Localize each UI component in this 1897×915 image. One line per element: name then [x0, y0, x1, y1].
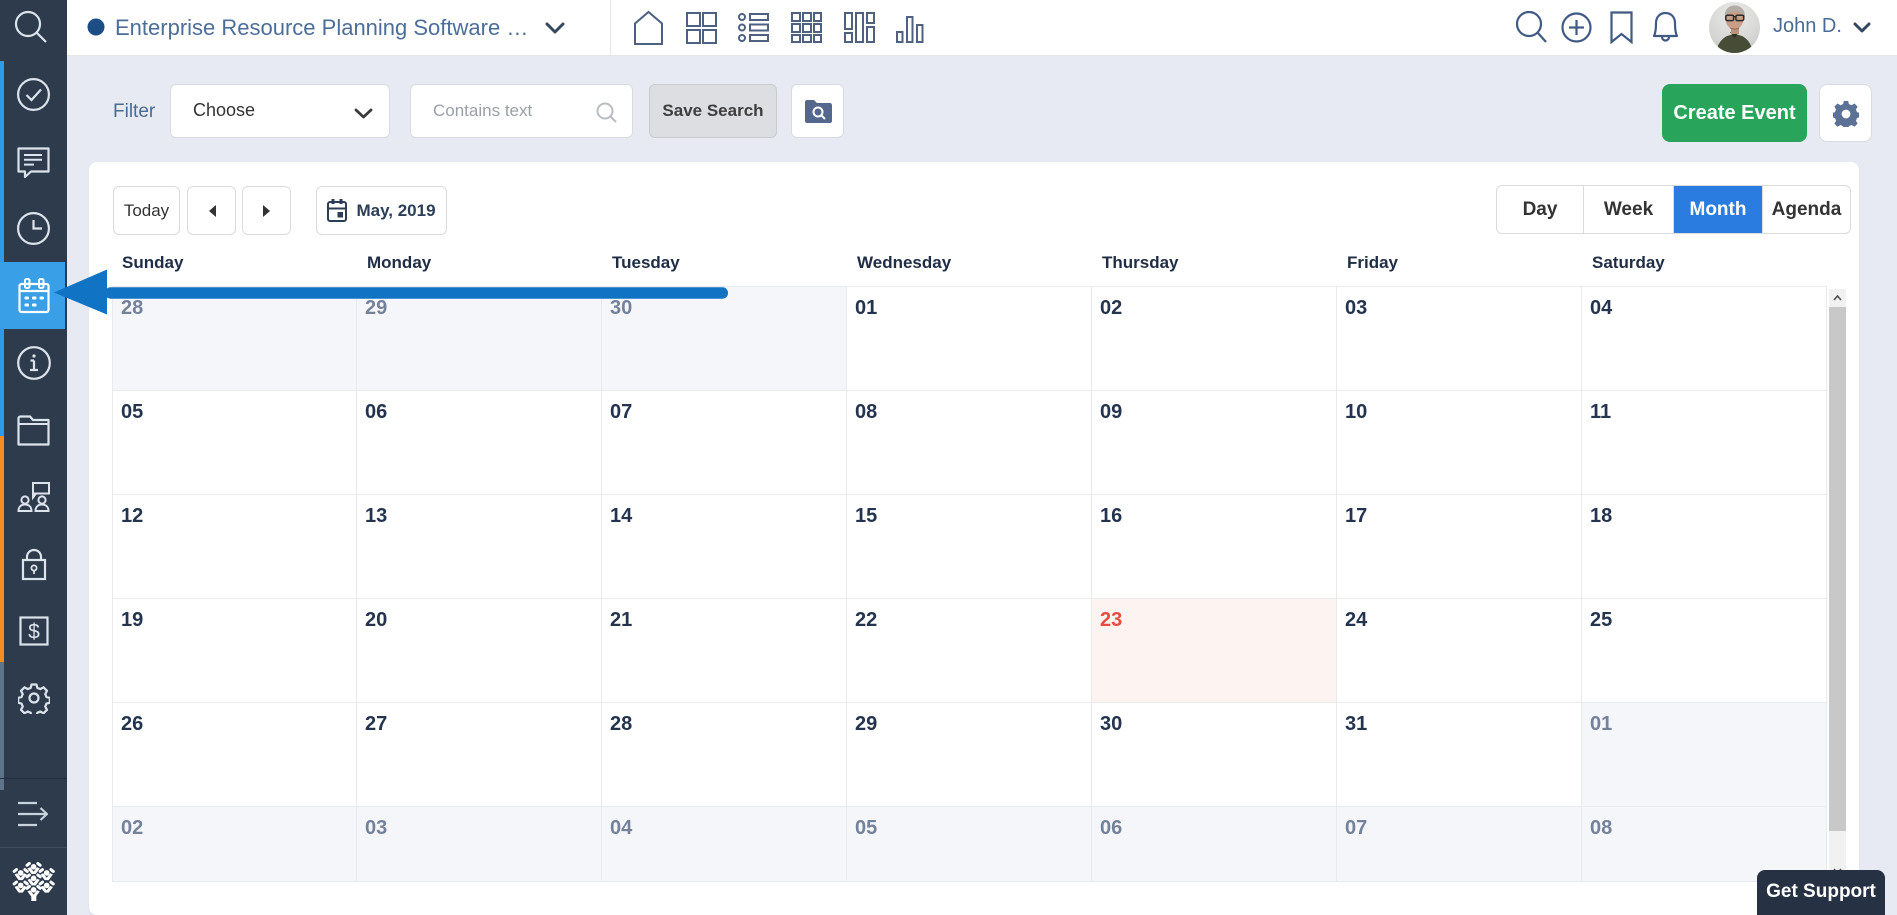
svg-text:$: $	[28, 620, 40, 643]
